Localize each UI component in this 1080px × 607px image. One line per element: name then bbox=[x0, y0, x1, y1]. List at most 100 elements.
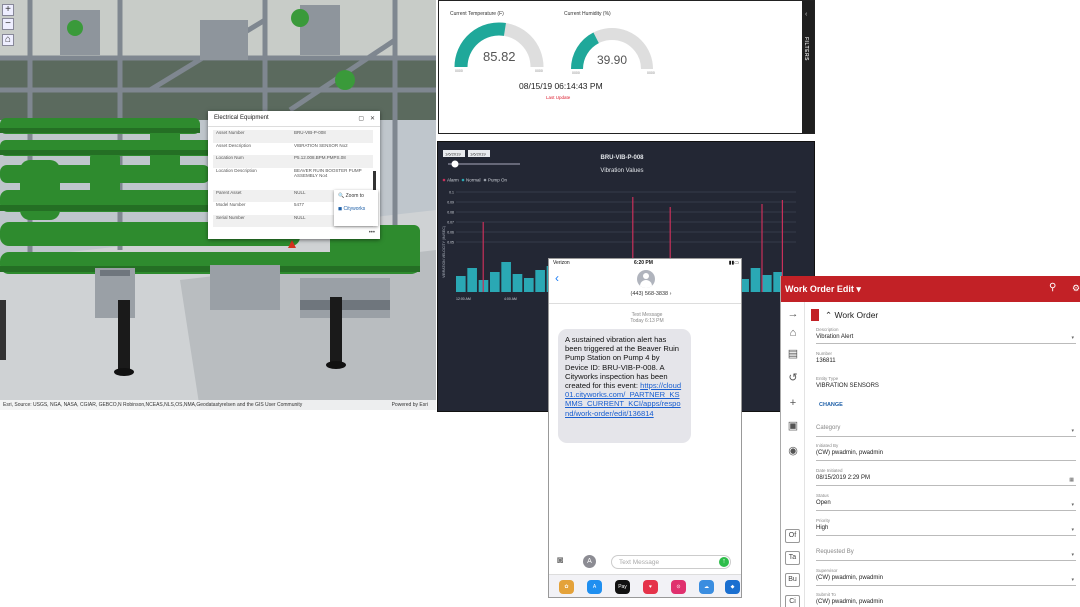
legend-swatch-pump-on bbox=[483, 178, 487, 182]
x-tick-label: 4:00 AM bbox=[504, 297, 517, 301]
cityworks-action[interactable]: ◼ Cityworks bbox=[334, 203, 378, 216]
temperature-max: 0000 bbox=[535, 69, 543, 73]
legend-swatch-normal bbox=[461, 178, 465, 182]
zoom-in-button[interactable]: + bbox=[2, 4, 14, 16]
work-order-section-header[interactable]: ⌃ Work Order bbox=[811, 309, 1080, 321]
popup-title: Electrical Equipment bbox=[214, 115, 269, 121]
clock-label: 6:20 PM bbox=[634, 260, 653, 266]
search-icon: 🔍 bbox=[338, 193, 345, 199]
message-time: Today 6:13 PM bbox=[630, 318, 664, 324]
temperature-min: 0000 bbox=[455, 69, 463, 73]
y-axis-label: VIBRATION VELOCITY (IN/SEC) bbox=[442, 226, 446, 278]
attr-label: Location Num bbox=[213, 155, 291, 168]
normal-bar bbox=[750, 268, 761, 292]
cityworks-label: Cityworks bbox=[343, 206, 366, 212]
zoom-to-label: Zoom to bbox=[345, 193, 364, 199]
legend-normal: Normal bbox=[466, 178, 481, 183]
priority-field[interactable]: Priority High ▾ bbox=[816, 518, 1076, 536]
end-date-label[interactable]: 1/6/2019 bbox=[470, 152, 486, 157]
rail-button-of[interactable]: Of bbox=[785, 529, 800, 543]
status-field[interactable]: Status Open ▾ bbox=[816, 493, 1076, 511]
history-icon[interactable]: ↺ bbox=[786, 371, 800, 385]
humidity-value: 39.90 bbox=[597, 53, 628, 67]
heart-app-icon[interactable]: ♥ bbox=[643, 580, 658, 594]
scene-viewer[interactable]: + − ⌂ Electrical Equipment ▢ ✕ Asset Num… bbox=[0, 0, 436, 410]
phone-status-bar: Verizon 6:20 PM ▮▮▭ bbox=[549, 259, 741, 267]
calendar-icon[interactable]: ▦ bbox=[1069, 477, 1074, 483]
back-chevron-icon[interactable]: ‹ bbox=[555, 271, 559, 285]
close-icon[interactable]: ✕ bbox=[370, 115, 375, 122]
compass-icon[interactable]: ⌂ bbox=[2, 34, 14, 46]
field-value: VIBRATION SENSORS bbox=[816, 383, 879, 389]
attr-value: P5.12.008.BPM.PMPS.08 bbox=[291, 155, 373, 168]
date-initiated-field[interactable]: Date Initiated 08/15/2019 2:29 PM ▦ bbox=[816, 468, 1076, 486]
attr-value: BRU-VIB-P-008 bbox=[291, 130, 373, 143]
section-title: ⌃ Work Order bbox=[825, 310, 879, 320]
work-order-title[interactable]: Work Order Edit ▾ bbox=[785, 284, 861, 295]
dock-icon[interactable]: ▢ bbox=[358, 115, 364, 122]
cloud-app-icon[interactable]: ☁ bbox=[699, 580, 714, 594]
time-slider-handle[interactable] bbox=[451, 160, 459, 168]
home-icon[interactable]: ⌂ bbox=[786, 326, 800, 340]
field-value: (CW) pwadmin, pwadmin bbox=[816, 599, 884, 605]
rail-button-bu[interactable]: Bu bbox=[785, 573, 800, 587]
add-icon[interactable]: + bbox=[786, 396, 800, 410]
gauges-panel: Current Temperature (F) 85.82 0000 0000 … bbox=[438, 0, 815, 134]
field-placeholder: Requested By bbox=[816, 549, 854, 555]
y-tick-label: 0.06 bbox=[447, 231, 454, 235]
carrier-label: Verizon bbox=[553, 260, 570, 266]
zoom-out-button[interactable]: − bbox=[2, 18, 14, 30]
supervisor-field[interactable]: Supervisor (CW) pwadmin, pwadmin ▾ bbox=[816, 568, 1076, 586]
y-tick-label: 0.05 bbox=[447, 241, 454, 245]
requested-by-field[interactable]: Requested By ▾ bbox=[816, 548, 1076, 561]
field-value: 08/15/2019 2:29 PM bbox=[816, 475, 871, 481]
gear-icon[interactable]: ⚙ bbox=[1072, 283, 1080, 294]
zoom-to-action[interactable]: 🔍 Zoom to bbox=[334, 190, 378, 203]
search-icon[interactable]: ⚲ bbox=[1049, 282, 1056, 293]
legend-pump-on: Pump On bbox=[488, 178, 508, 183]
x-tick-label: 12:00 AM bbox=[456, 297, 471, 301]
dropbox-app-icon[interactable]: ◆ bbox=[725, 580, 740, 594]
app-store-icon[interactable]: A bbox=[583, 555, 596, 568]
filters-label: FILTERS bbox=[803, 37, 809, 61]
compose-bar: ◙ A Text Message ↑ bbox=[549, 555, 741, 569]
chart-subtitle: Vibration Values bbox=[600, 168, 643, 174]
normal-bar bbox=[501, 262, 511, 292]
more-icon[interactable]: ••• bbox=[369, 230, 375, 236]
app-store-app-icon[interactable]: A bbox=[587, 580, 602, 594]
field-value: Open bbox=[816, 500, 831, 506]
table-row: Location Num P5.12.008.BPM.PMPS.08 bbox=[213, 155, 373, 168]
normal-bar bbox=[535, 270, 545, 292]
start-date-label[interactable]: 1/6/2019 bbox=[445, 152, 461, 157]
last-update-datetime: 08/15/19 06:14:43 PM bbox=[519, 81, 603, 91]
powered-by: Powered by Esri bbox=[391, 402, 428, 408]
category-field[interactable]: Category ▾ bbox=[816, 424, 1076, 437]
chevron-down-icon: ▾ bbox=[1071, 335, 1074, 341]
message-input[interactable]: Text Message bbox=[611, 555, 731, 569]
attr-value: BEAVER RUIN BOOSTER PUMP ASSEMBLY No4 bbox=[294, 167, 362, 179]
field-placeholder: Category bbox=[816, 425, 841, 431]
contact-number[interactable]: (443) 568-3838 › bbox=[621, 291, 681, 297]
filters-toggle[interactable]: ‹ FILTERS bbox=[802, 1, 814, 133]
clipboard-icon[interactable]: ▣ bbox=[786, 419, 800, 433]
rail-button-ta[interactable]: Ta bbox=[785, 551, 800, 565]
field-value: (CW) pwadmin, pwadmin bbox=[816, 450, 884, 456]
user-icon[interactable]: ◉ bbox=[786, 444, 800, 458]
apple-pay-app-icon[interactable]: Pay bbox=[615, 580, 630, 594]
field-value: (CW) pwadmin, pwadmin bbox=[816, 575, 884, 581]
description-field[interactable]: Description Vibration Alert ▾ bbox=[816, 327, 1076, 344]
field-value: Vibration Alert bbox=[816, 334, 854, 340]
photos-app-icon[interactable]: ✿ bbox=[559, 580, 574, 594]
submit-to-field[interactable]: Submit To (CW) pwadmin, pwadmin bbox=[816, 592, 1076, 607]
change-button[interactable]: CHANGE bbox=[819, 402, 843, 408]
legend-alarm: Alarm bbox=[447, 178, 459, 183]
arrow-right-icon[interactable]: → bbox=[786, 307, 800, 321]
camera-icon[interactable]: ◙ bbox=[557, 555, 563, 566]
send-icon[interactable]: ↑ bbox=[719, 557, 729, 567]
chevron-down-icon: ▾ bbox=[1071, 527, 1074, 533]
rail-button-ci[interactable]: Ci bbox=[785, 595, 800, 607]
initiated-by-field[interactable]: Initiated By (CW) pwadmin, pwadmin bbox=[816, 443, 1076, 461]
map-icon[interactable]: ▤ bbox=[786, 347, 800, 361]
search-app-icon[interactable]: ⊙ bbox=[671, 580, 686, 594]
contact-avatar-icon[interactable] bbox=[637, 270, 655, 288]
